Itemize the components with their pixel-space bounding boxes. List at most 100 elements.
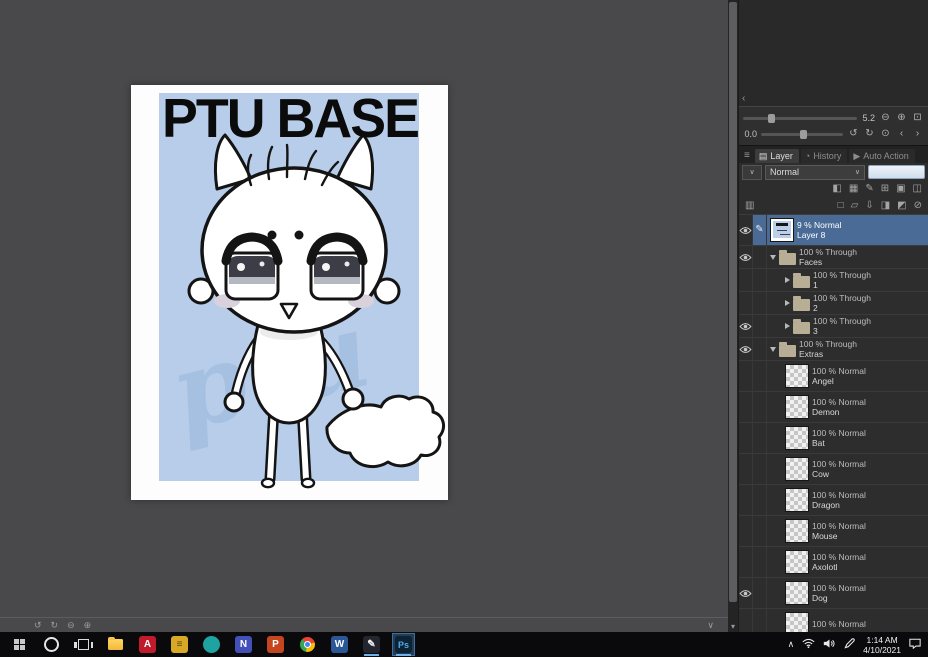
layer-thumbnail[interactable] [770,218,794,242]
file-explorer-button[interactable] [104,633,127,656]
layer-row[interactable]: 100 % Normal Axolotl [739,547,928,578]
zoom-in-icon[interactable]: ⊕ [895,113,908,123]
layer-row-body[interactable]: 100 % Normal Bat [767,423,928,453]
onenote-button[interactable]: N [232,633,255,656]
expand-arrow-icon[interactable] [785,300,790,306]
new-layer-icon[interactable]: □ [838,200,844,211]
task-view-button[interactable] [72,633,95,656]
halftone-icon[interactable]: ▦ [849,184,858,194]
prev-view-icon[interactable]: ‹ [895,129,908,139]
layer-visibility-toggle[interactable] [739,269,753,291]
word-button[interactable]: W [328,633,351,656]
layer-visibility-toggle[interactable] [739,315,753,337]
zoom-in-icon[interactable]: ⊕ [84,620,92,630]
layer-row[interactable]: 100 % Through 1 [739,269,928,292]
taskbar-clock[interactable]: 1:14 AM 4/10/2021 [863,635,901,655]
rotate-cw-icon[interactable]: ↻ [863,129,876,139]
layer-row[interactable]: 100 % Normal Dragon [739,485,928,516]
layer-row-body[interactable]: 100 % Through Extras [767,338,928,360]
layer-visibility-toggle[interactable] [739,454,753,484]
layer-row[interactable]: 100 % Through Extras [739,338,928,361]
layer-thumbnail[interactable] [785,519,809,543]
tray-expand-icon[interactable]: ∧ [788,639,795,650]
collapse-arrow-icon[interactable] [770,254,776,260]
layer-row[interactable]: 100 % Normal Cow [739,454,928,485]
tab-auto-action[interactable]: ▶ Auto Action [849,149,915,163]
layer-row-body[interactable]: 100 % Through Faces [767,246,928,268]
layer-row[interactable]: 100 % Normal Dog [739,578,928,609]
layer-row-body[interactable]: 100 % Normal Axolotl [767,547,928,577]
palette-menu-icon[interactable]: ≡ [741,150,753,163]
divider-palette-icon[interactable]: ◫ [913,184,922,194]
layer-visibility-toggle[interactable] [739,392,753,422]
panel-collapse-icon[interactable]: ‹ [742,94,745,104]
layer-visibility-toggle[interactable] [739,423,753,453]
powerpoint-button[interactable]: P [264,633,287,656]
layer-row[interactable]: 100 % Normal [739,609,928,632]
layer-thumbnail[interactable] [785,457,809,481]
tab-history[interactable]: ◔ History [800,149,848,163]
rotation-slider[interactable] [761,129,843,139]
action-center-icon[interactable] [909,636,921,654]
layer-row[interactable]: 100 % Normal Demon [739,392,928,423]
layer-visibility-toggle[interactable] [739,516,753,546]
layer-visibility-toggle[interactable] [739,485,753,515]
expand-arrow-icon[interactable] [785,277,790,283]
reset-rotation-icon[interactable]: ⊙ [879,129,892,139]
canvas-vertical-scrollbar[interactable]: ▾ [728,0,738,632]
layer-visibility-toggle[interactable] [739,578,753,608]
lock-transparent-icon[interactable]: ◧ [832,184,841,194]
pen-icon[interactable] [844,636,855,654]
photoshop-button[interactable]: Ps [392,633,415,656]
layer-visibility-toggle[interactable] [739,361,753,391]
layer-row[interactable]: 100 % Through 3 [739,315,928,338]
rotation-slider-knob[interactable] [800,129,808,139]
layer-row[interactable]: 100 % Through Faces [739,246,928,269]
acrobat-button[interactable]: A [136,633,159,656]
wifi-icon[interactable] [802,636,815,654]
layer-row[interactable]: ✎ 9 % Normal Layer 8 [739,215,928,246]
layer-row-body[interactable]: 100 % Normal Dog [767,578,928,608]
layer-row-body[interactable]: 100 % Through 3 [767,315,928,337]
collapse-arrow-icon[interactable] [770,346,776,352]
layer-thumbnail[interactable] [785,488,809,512]
reference-icon[interactable]: ▣ [896,184,905,194]
layer-row-body[interactable]: 100 % Normal Dragon [767,485,928,515]
delete-layer-icon[interactable]: ⊘ [914,200,922,211]
layer-row-body[interactable]: 100 % Normal Cow [767,454,928,484]
zoom-out-icon[interactable]: ⊖ [67,620,75,630]
zoom-slider-knob[interactable] [768,113,776,123]
clip-studio-button[interactable]: ✎ [360,633,383,656]
layer-row[interactable]: 100 % Through 2 [739,292,928,315]
layer-thumbnail[interactable] [785,364,809,388]
layer-row-body[interactable]: 100 % Normal Angel [767,361,928,391]
layer-row[interactable]: 100 % Normal Mouse [739,516,928,547]
document-page[interactable]: ptu [131,85,448,500]
palette-color-combo[interactable]: ∨ [742,164,762,180]
rotate-ccw-icon[interactable]: ↺ [847,129,860,139]
layer-thumbnail[interactable] [785,426,809,450]
layer-row-body[interactable]: 100 % Normal Demon [767,392,928,422]
layer-row[interactable]: 100 % Normal Angel [739,361,928,392]
layer-thumbnail[interactable] [785,395,809,419]
layer-thumbnail[interactable] [785,550,809,574]
layer-visibility-toggle[interactable] [739,292,753,314]
layer-visibility-toggle[interactable] [739,609,753,632]
layer-thumbnail[interactable] [785,581,809,605]
draft-layer-icon[interactable]: ✎ [865,184,873,194]
sticky-notes-button[interactable]: ≡ [168,633,191,656]
layer-visibility-toggle[interactable] [739,246,753,268]
layer-mask-icon[interactable]: ◩ [897,200,906,211]
tab-layer[interactable]: ▤ Layer [754,149,799,163]
chrome-button[interactable] [296,633,319,656]
rotate-ccw-icon[interactable]: ↺ [34,620,42,630]
canvas-workspace[interactable]: ptu [0,0,728,632]
layer-visibility-toggle[interactable] [739,215,753,245]
layer-row-body[interactable]: 100 % Normal Mouse [767,516,928,546]
paint-app-button[interactable] [200,633,223,656]
layer-row-body[interactable]: 100 % Normal [767,609,928,632]
volume-icon[interactable] [823,636,836,654]
start-button[interactable] [8,633,31,656]
new-folder-icon[interactable]: ▱ [851,200,859,211]
fit-screen-icon[interactable]: ⊡ [911,113,924,123]
